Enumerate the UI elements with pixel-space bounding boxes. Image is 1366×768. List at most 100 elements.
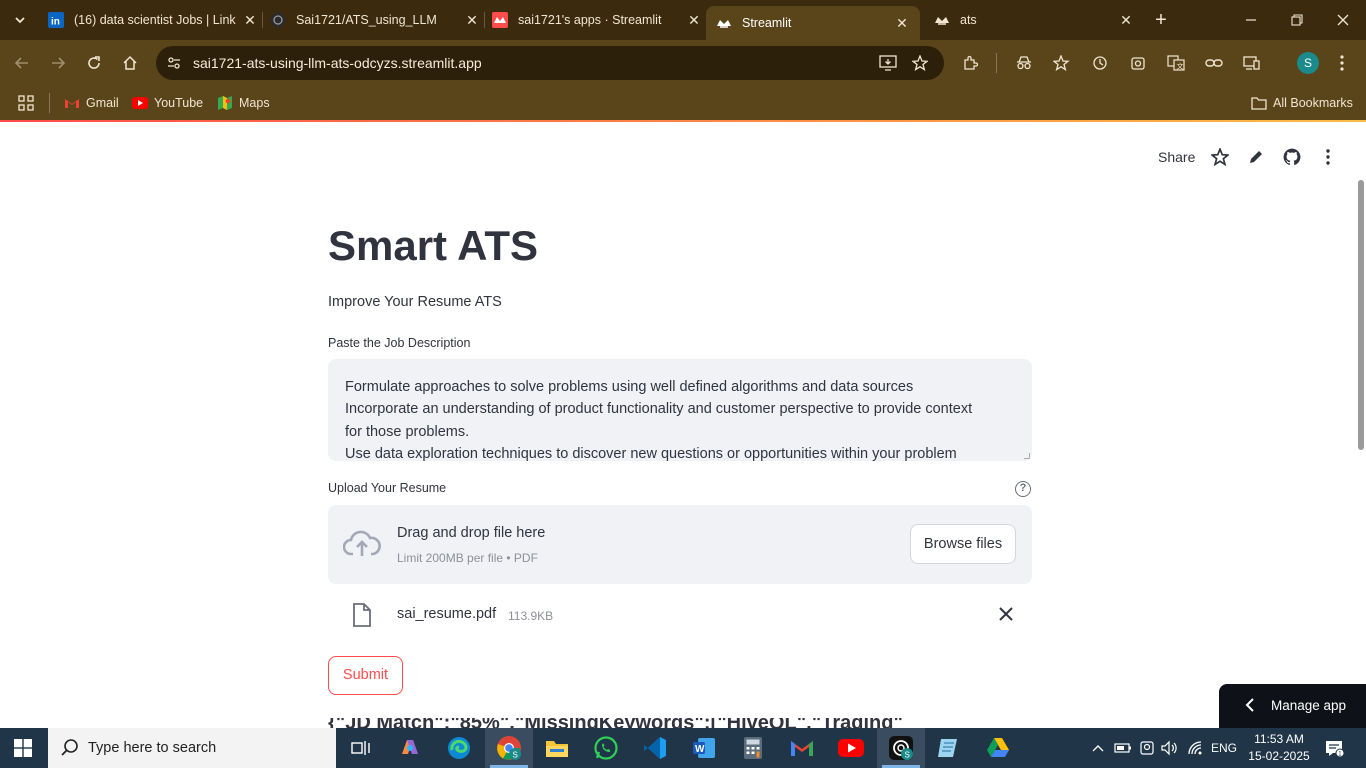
page-title: Smart ATS	[328, 222, 539, 269]
bookmark-gmail[interactable]: Gmail	[64, 93, 119, 113]
extensions-icon[interactable]	[958, 51, 982, 75]
close-tab-icon[interactable]: ✕	[894, 15, 910, 31]
address-bar[interactable]: sai1721-ats-using-llm-ats-odcyzs.streaml…	[156, 46, 944, 80]
manage-app-label: Manage app	[1271, 698, 1347, 713]
task-view-icon[interactable]	[347, 734, 375, 762]
clock[interactable]: 11:53 AM 15-02-2025	[1246, 731, 1312, 765]
whatsapp-icon[interactable]	[592, 734, 620, 762]
menu-kebab-icon[interactable]	[1330, 51, 1354, 75]
new-tab-icon[interactable]: +	[1150, 9, 1172, 31]
translate-icon[interactable]: 文	[1164, 51, 1188, 75]
devices-icon[interactable]	[1240, 51, 1264, 75]
file-name: sai_resume.pdf	[397, 606, 497, 622]
forward-icon[interactable]	[46, 51, 70, 75]
profile-avatar[interactable]: S	[1297, 52, 1319, 74]
jd-line: Formulate approaches to solve problems u…	[345, 379, 914, 395]
decoration-bar	[0, 120, 1366, 122]
meet-now-icon[interactable]	[1139, 738, 1155, 758]
youtube-icon[interactable]	[837, 734, 865, 762]
chevron-left-icon	[1245, 698, 1254, 712]
file-explorer-icon[interactable]	[543, 734, 571, 762]
remove-file-icon[interactable]	[998, 606, 1014, 622]
browse-files-button[interactable]: Browse files	[910, 524, 1016, 564]
all-bookmarks[interactable]: All Bookmarks	[1251, 93, 1353, 113]
github-icon[interactable]	[1282, 147, 1302, 167]
tab-search-button[interactable]	[8, 8, 32, 32]
result-heading-partial: {"JD Match":"85%","MissingKeywords":["Hi…	[328, 718, 918, 728]
maps-icon	[217, 95, 233, 111]
gmail-icon[interactable]	[788, 734, 816, 762]
manage-app-button[interactable]: Manage app	[1219, 684, 1366, 728]
chatgpt-icon[interactable]: S	[887, 734, 915, 762]
file-size: 113.9KB	[508, 609, 554, 623]
close-window-icon[interactable]	[1320, 0, 1366, 40]
volume-icon[interactable]	[1161, 738, 1179, 758]
dropzone-hint: Limit 200MB per file • PDF	[397, 551, 538, 565]
bookmarks-bar: Gmail YouTube Maps All Bookmarks	[0, 86, 1366, 120]
github-icon	[270, 12, 286, 28]
reload-icon[interactable]	[82, 51, 106, 75]
close-tab-icon[interactable]: ✕	[464, 12, 480, 28]
browser-tab-strip: in (16) data scientist Jobs | Link ✕ Sai…	[0, 0, 1366, 40]
main-menu-icon[interactable]	[1318, 147, 1338, 167]
resize-handle[interactable]	[1024, 453, 1030, 459]
windows-start-icon[interactable]	[14, 739, 32, 757]
edit-pencil-icon[interactable]	[1246, 147, 1266, 167]
tab-streamlit-active[interactable]: Streamlit ✕	[706, 6, 920, 40]
taskbar-search-box[interactable]: Type here to search	[48, 728, 336, 768]
restore-icon[interactable]	[1274, 0, 1320, 40]
clock-time: 11:53 AM	[1254, 732, 1304, 746]
link-icon[interactable]	[1202, 51, 1226, 75]
jd-line: Incorporate an understanding of product …	[345, 401, 973, 418]
tab-ats[interactable]: ats ✕	[934, 6, 1134, 34]
google-drive-icon[interactable]	[984, 734, 1012, 762]
help-icon[interactable]: ?	[1015, 481, 1031, 497]
language-indicator[interactable]: ENG	[1209, 738, 1239, 758]
close-tab-icon[interactable]: ✕	[686, 12, 702, 28]
notepad-icon[interactable]	[935, 734, 963, 762]
tab-separator	[484, 12, 485, 28]
share-button[interactable]: Share	[1158, 149, 1195, 165]
incognito-icon[interactable]	[1012, 51, 1036, 75]
bookmark-maps[interactable]: Maps	[217, 93, 270, 113]
close-tab-icon[interactable]: ✕	[242, 12, 258, 28]
star-icon[interactable]	[1210, 147, 1230, 167]
show-hidden-icons[interactable]	[1090, 738, 1106, 758]
page-scrollbar[interactable]	[1358, 180, 1364, 450]
minimize-icon[interactable]	[1228, 0, 1274, 40]
toolbar-divider	[996, 53, 997, 73]
vscode-icon[interactable]	[641, 734, 669, 762]
dropzone-title: Drag and drop file here	[397, 525, 546, 541]
close-tab-icon[interactable]: ✕	[1118, 12, 1134, 28]
back-icon[interactable]	[10, 51, 34, 75]
history-icon[interactable]	[1088, 51, 1112, 75]
calculator-icon[interactable]	[739, 734, 767, 762]
linkedin-icon: in	[48, 12, 64, 28]
tab-github[interactable]: Sai1721/ATS_using_LLM ✕	[270, 6, 480, 34]
tab-linkedin[interactable]: in (16) data scientist Jobs | Link ✕	[48, 6, 258, 34]
edge-icon[interactable]	[445, 734, 473, 762]
bookmark-youtube[interactable]: YouTube	[132, 93, 203, 113]
bookmark-star-icon[interactable]	[910, 53, 930, 73]
apps-grid-icon[interactable]	[18, 93, 34, 113]
screenshot-icon[interactable]	[1126, 51, 1150, 75]
install-app-icon[interactable]	[878, 53, 898, 73]
copilot-icon[interactable]	[396, 734, 424, 762]
streamlit-page: Share Smart ATS Improve Your Resume ATS …	[0, 120, 1366, 728]
upload-label: Upload Your Resume	[328, 481, 447, 495]
wifi-icon[interactable]	[1187, 738, 1205, 758]
site-info-icon[interactable]	[164, 53, 184, 73]
tab-streamlit-apps[interactable]: sai1721's apps · Streamlit ✕	[492, 6, 702, 34]
home-icon[interactable]	[118, 51, 142, 75]
notifications-icon[interactable]: 1	[1322, 738, 1346, 758]
submit-button[interactable]: Submit	[328, 656, 403, 695]
file-dropzone[interactable]: Drag and drop file here Limit 200MB per …	[328, 505, 1032, 584]
battery-icon[interactable]	[1114, 738, 1132, 758]
search-icon	[61, 739, 78, 756]
chrome-icon[interactable]: S	[495, 734, 523, 762]
favorites-icon[interactable]	[1050, 51, 1074, 75]
job-description-textarea[interactable]: Formulate approaches to solve problems u…	[328, 359, 1032, 461]
word-icon[interactable]: W	[690, 734, 718, 762]
bookmark-label: Maps	[239, 96, 270, 110]
cloud-upload-icon	[343, 530, 381, 556]
